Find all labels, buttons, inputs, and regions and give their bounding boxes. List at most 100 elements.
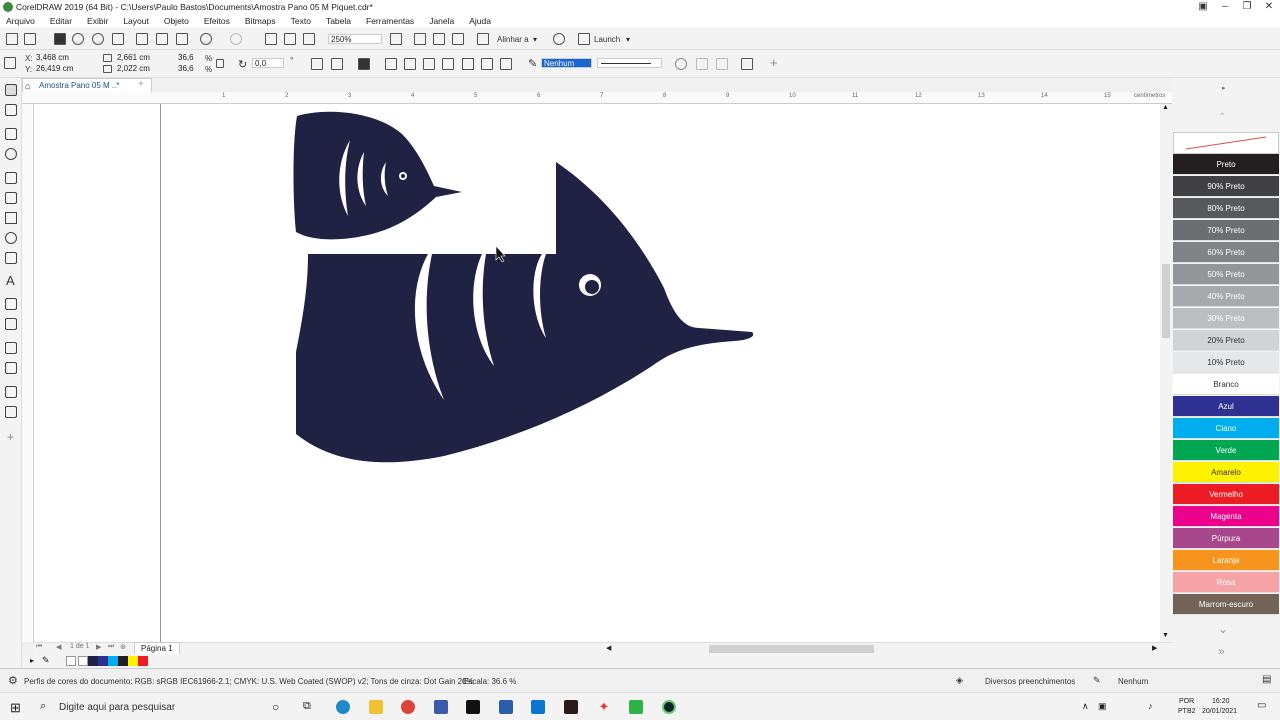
outline-pen-icon[interactable]: ✎ bbox=[528, 57, 537, 70]
quick-trace-icon[interactable] bbox=[696, 58, 708, 70]
cut-icon[interactable] bbox=[136, 33, 148, 45]
swatch-blue[interactable] bbox=[98, 656, 108, 666]
palette-swatch[interactable]: Laranja bbox=[1173, 550, 1279, 571]
palette-swatch[interactable]: 30% Preto bbox=[1173, 308, 1279, 329]
palette-swatch[interactable]: 10% Preto bbox=[1173, 352, 1279, 373]
chevron-down-icon[interactable]: ▾ bbox=[626, 35, 630, 44]
weld-icon[interactable] bbox=[385, 58, 397, 70]
next-page-icon[interactable]: ▶ bbox=[96, 643, 101, 651]
menu-ferramentas[interactable]: Ferramentas bbox=[366, 16, 414, 26]
prev-page-icon[interactable]: ◀ bbox=[56, 643, 61, 651]
align-to-dropdown[interactable]: Alinhar a bbox=[497, 35, 529, 44]
vertical-ruler[interactable] bbox=[22, 104, 34, 642]
menu-arquivo[interactable]: Arquivo bbox=[6, 16, 35, 26]
eyedropper-tool-icon[interactable] bbox=[5, 386, 17, 398]
import-icon[interactable] bbox=[265, 33, 277, 45]
swatch-black[interactable] bbox=[118, 656, 128, 666]
object-origin-icon[interactable] bbox=[4, 57, 16, 69]
palette-swatch[interactable]: 80% Preto bbox=[1173, 198, 1279, 219]
chevron-down-icon[interactable]: ▾ bbox=[533, 35, 537, 44]
swatch-red[interactable] bbox=[138, 656, 148, 666]
tray-chevron-icon[interactable]: ∧ bbox=[1082, 701, 1089, 712]
eyedropper-icon[interactable]: ✎ bbox=[42, 655, 50, 666]
scroll-left-icon[interactable]: ◀ bbox=[606, 644, 611, 652]
menu-bitmaps[interactable]: Bitmaps bbox=[245, 16, 276, 26]
color-profile-text[interactable]: Perfis de cores do documento: RGB: sRGB … bbox=[24, 677, 474, 686]
edge-icon[interactable] bbox=[336, 700, 350, 714]
clock-time[interactable]: 16:20 bbox=[1212, 698, 1230, 705]
crop-tool-icon[interactable] bbox=[5, 128, 17, 140]
outline-status[interactable]: Nenhum bbox=[1118, 677, 1148, 686]
menu-exibir[interactable]: Exibir bbox=[87, 16, 108, 26]
vertical-scroll-thumb[interactable] bbox=[1162, 264, 1170, 338]
show-guides-icon[interactable] bbox=[452, 33, 464, 45]
publish-icon[interactable] bbox=[112, 33, 124, 45]
network-icon[interactable]: ▣ bbox=[1098, 701, 1107, 712]
palette-down-icon[interactable]: ⌄ bbox=[1218, 622, 1228, 636]
no-color-swatch[interactable] bbox=[1173, 132, 1279, 154]
palette-expand-icon[interactable]: » bbox=[1218, 644, 1225, 658]
palette-up-icon[interactable]: ⌃ bbox=[1218, 112, 1226, 123]
palette-swatch[interactable]: 50% Preto bbox=[1173, 264, 1279, 285]
transparency-tool-icon[interactable] bbox=[5, 362, 17, 374]
zoom-tool-icon[interactable] bbox=[5, 148, 17, 160]
palette-swatch[interactable]: Branco bbox=[1173, 374, 1279, 395]
corel-connect-icon[interactable] bbox=[629, 700, 643, 714]
maximize-button[interactable]: ❐ bbox=[1236, 0, 1258, 14]
file-explorer-icon[interactable] bbox=[369, 700, 383, 714]
print-icon[interactable] bbox=[72, 33, 84, 45]
palette-swatch[interactable]: Marrom-escuro bbox=[1173, 594, 1279, 615]
document-tab[interactable]: ⌂ Amostra Pano 05 M ..* bbox=[22, 78, 152, 92]
add-tool-icon[interactable]: + bbox=[7, 430, 14, 444]
scale-x-input[interactable]: 36,6 bbox=[176, 53, 204, 63]
drawing-canvas[interactable] bbox=[34, 104, 1160, 642]
fish-artwork[interactable] bbox=[34, 104, 1160, 642]
menu-layout[interactable]: Layout bbox=[123, 16, 149, 26]
coreldraw-taskbar-icon[interactable] bbox=[662, 700, 676, 714]
show-rulers-icon[interactable] bbox=[414, 33, 426, 45]
horizontal-scroll-thumb[interactable] bbox=[709, 645, 874, 653]
last-page-icon[interactable]: ⏭ bbox=[108, 643, 114, 651]
lock-ratio-icon[interactable] bbox=[216, 59, 224, 68]
clock-date[interactable]: 20/01/2021 bbox=[1202, 708, 1237, 715]
freehand-tool-icon[interactable] bbox=[5, 172, 17, 184]
palette-swatch[interactable]: 40% Preto bbox=[1173, 286, 1279, 307]
app-icon[interactable] bbox=[434, 700, 448, 714]
swatch-none[interactable] bbox=[66, 656, 76, 666]
mirror-vertical-icon[interactable] bbox=[331, 58, 343, 70]
add-icon[interactable]: + bbox=[770, 55, 778, 70]
intersect-icon[interactable] bbox=[423, 58, 435, 70]
front-minus-back-icon[interactable] bbox=[462, 58, 474, 70]
palette-swatch[interactable]: Amarelo bbox=[1173, 462, 1279, 483]
upload-icon[interactable] bbox=[92, 33, 104, 45]
help-icon[interactable]: ▣ bbox=[1192, 0, 1214, 14]
new-document-icon[interactable] bbox=[6, 33, 18, 45]
task-view-icon[interactable]: ⧉ bbox=[303, 700, 311, 713]
terminal-icon[interactable] bbox=[466, 700, 480, 714]
first-page-icon[interactable]: ⏮ bbox=[36, 643, 42, 651]
menu-objeto[interactable]: Objeto bbox=[164, 16, 189, 26]
palette-swatch[interactable]: 20% Preto bbox=[1173, 330, 1279, 351]
parallel-dimension-tool-icon[interactable] bbox=[5, 298, 17, 310]
mail-icon[interactable] bbox=[531, 700, 545, 714]
color-styles-icon[interactable]: ▤ bbox=[1262, 674, 1271, 685]
pdf-icon[interactable] bbox=[303, 33, 315, 45]
palette-swatch[interactable]: 60% Preto bbox=[1173, 242, 1279, 263]
palette-menu-icon[interactable]: ▸ bbox=[1222, 84, 1226, 92]
swatch-cyan[interactable] bbox=[108, 656, 118, 666]
shape-tool-icon[interactable] bbox=[5, 104, 17, 116]
wrap-text-icon[interactable] bbox=[675, 58, 687, 70]
cortana-icon[interactable]: ○ bbox=[272, 700, 279, 714]
scale-y-input[interactable]: 36,6 bbox=[176, 64, 204, 74]
add-document-icon[interactable]: + bbox=[138, 79, 144, 90]
add-page-icon[interactable]: ⊕ bbox=[120, 643, 126, 651]
export-icon[interactable] bbox=[284, 33, 296, 45]
scroll-up-icon[interactable]: ▲ bbox=[1162, 104, 1169, 111]
chrome-icon[interactable] bbox=[401, 700, 415, 714]
scroll-right-icon[interactable]: ▶ bbox=[1152, 644, 1157, 652]
rotation-angle-input[interactable]: 0,0 bbox=[252, 58, 284, 68]
polygon-tool-icon[interactable] bbox=[5, 252, 17, 264]
palette-swatch[interactable]: Vermelho bbox=[1173, 484, 1279, 505]
align-distribute-icon[interactable] bbox=[741, 58, 753, 70]
palette-swatch[interactable]: Ciano bbox=[1173, 418, 1279, 439]
